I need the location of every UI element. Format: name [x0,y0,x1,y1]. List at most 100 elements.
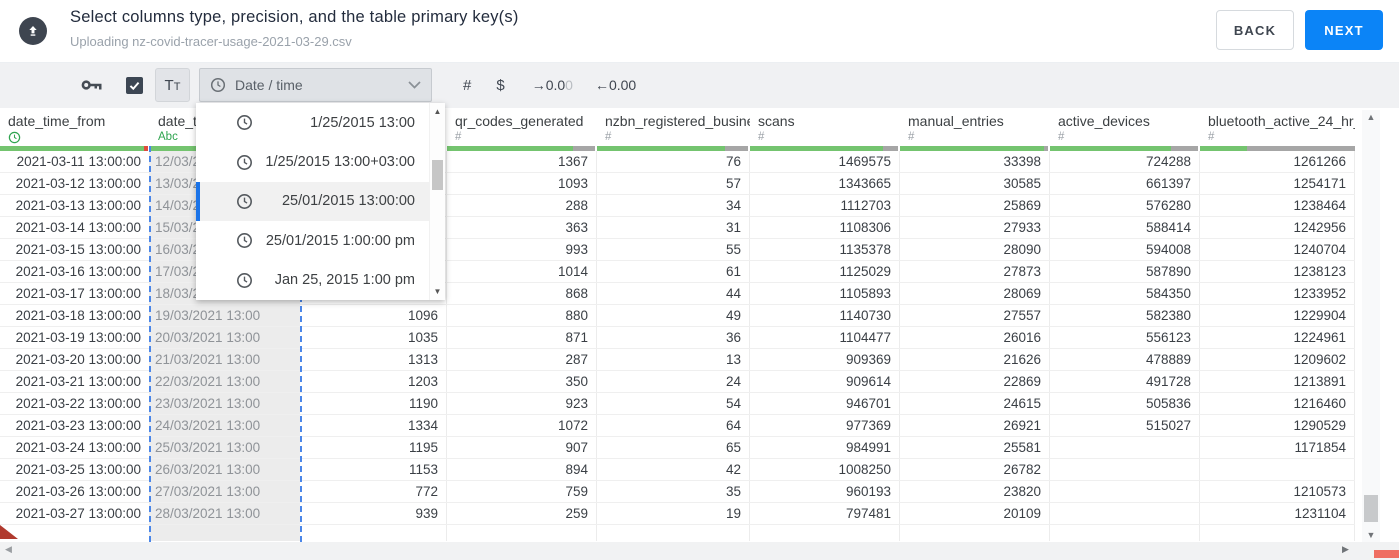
scroll-right-icon[interactable]: ▶ [1342,544,1349,555]
column-name: active_devices [1058,113,1150,129]
cell: 1233952 [1200,283,1355,304]
cell [1050,525,1200,541]
cell: 1072 [447,415,597,436]
cell: 772 [300,481,447,502]
clock-icon [236,272,253,289]
cell: 35 [597,481,750,502]
currency-type-button[interactable]: $ [496,77,504,94]
cell: 26921 [900,415,1050,436]
scroll-down-icon[interactable]: ▼ [1362,530,1380,540]
number-type-button[interactable]: # [463,77,471,94]
scroll-up-icon[interactable]: ▲ [430,107,445,116]
type-format-select[interactable]: Date / time [199,68,432,102]
increase-decimal-button[interactable]: ←0.00 [595,77,636,93]
format-option[interactable]: 25/01/2015 1:00:00 pm [196,221,429,260]
column-header-date_time_from[interactable]: date_time_from [0,108,150,146]
cell: 1008250 [750,459,900,480]
cell: 20/03/2021 13:00 [150,327,300,348]
cell: 1096 [300,305,447,326]
back-button[interactable]: BACK [1216,10,1294,50]
cell: 1153 [300,459,447,480]
cell: 2021-03-24 13:00:00 [0,437,150,458]
cell: 2021-03-11 13:00:00 [0,151,150,172]
format-option[interactable]: 25/01/2015 13:00:00 [196,181,429,222]
cell: 1334 [300,415,447,436]
page-title: Select columns type, precision, and the … [70,8,519,26]
cell: 1213891 [1200,371,1355,392]
cell: 556123 [1050,327,1200,348]
cell [1050,459,1200,480]
cell: 27873 [900,261,1050,282]
cell: 1210573 [1200,481,1355,502]
cell: 1240704 [1200,239,1355,260]
cell: 587890 [1050,261,1200,282]
cell: 23/03/2021 13:00 [150,393,300,414]
cell: 1238464 [1200,195,1355,216]
format-option[interactable]: 1/25/2015 13:00+03:00 [196,142,429,181]
format-option[interactable]: Jan 25, 2015 1:00 pm [196,261,429,300]
format-option-label: 25/01/2015 13:00:00 [281,193,415,210]
cell: 1238123 [1200,261,1355,282]
cell [1200,525,1355,541]
dropdown-scroll-thumb[interactable] [432,160,443,190]
cell: 1108306 [750,217,900,238]
scroll-up-icon[interactable]: ▲ [1362,112,1380,122]
cell: 759 [447,481,597,502]
number-type-label: # [1208,131,1215,143]
cell [150,525,300,541]
cell: 259 [447,503,597,524]
cell: 61 [597,261,750,282]
column-header-manual_entries[interactable]: manual_entries # [900,108,1050,146]
column-header-nzbn_registered_busine[interactable]: nzbn_registered_busine # [597,108,750,146]
cell: 2021-03-21 13:00:00 [0,371,150,392]
cell: 55 [597,239,750,260]
cell: 1216460 [1200,393,1355,414]
vertical-scroll-thumb[interactable] [1364,495,1378,522]
cell: 34 [597,195,750,216]
cell: 288 [447,195,597,216]
number-type-label: # [605,131,612,143]
cell: 724288 [1050,151,1200,172]
cell: 923 [447,393,597,414]
column-header-qr_codes_generated[interactable]: qr_codes_generated # [447,108,597,146]
cell: 28/03/2021 13:00 [150,503,300,524]
column-header-active_devices[interactable]: active_devices # [1050,108,1200,146]
cell: 22869 [900,371,1050,392]
date-format-dropdown: 1/25/2015 13:00 1/25/2015 13:00+03:00 25/0… [196,103,445,300]
cell: 57 [597,173,750,194]
cell: 24 [597,371,750,392]
cell: 28090 [900,239,1050,260]
column-type-toolbar: Tt Date / time # $ →0.00 ←0.00 [0,62,1399,108]
cell: 909369 [750,349,900,370]
vertical-scrollbar[interactable]: ▲ ▼ [1362,110,1380,542]
cell [900,525,1050,541]
cell: 21/03/2021 13:00 [150,349,300,370]
decrease-decimal-button[interactable]: →0.00 [532,77,573,93]
cell: 1203 [300,371,447,392]
cell: 1105893 [750,283,900,304]
cell: 1229904 [1200,305,1355,326]
scroll-down-icon[interactable]: ▼ [430,287,445,296]
text-type-button[interactable]: Tt [155,68,190,102]
cell [1200,459,1355,480]
table-row: 2021-03-19 13:00:00 20/03/2021 13:00 1035 8… [0,327,1355,349]
cell: 1125029 [750,261,900,282]
cell: 25/03/2021 13:00 [150,437,300,458]
next-button[interactable]: NEXT [1305,10,1383,50]
cell [750,525,900,541]
scroll-left-icon[interactable]: ◀ [5,544,12,555]
arrow-right-icon: → [531,77,546,93]
cell: 24/03/2021 13:00 [150,415,300,436]
cell: 1014 [447,261,597,282]
cell: 2021-03-16 13:00:00 [0,261,150,282]
column-header-bluetooth_active_24_hr_[interactable]: bluetooth_active_24_hr_ # [1200,108,1355,146]
cell: 2021-03-27 13:00:00 [0,503,150,524]
dropdown-scrollbar[interactable]: ▲ ▼ [429,103,445,300]
cell [300,525,447,541]
column-header-scans[interactable]: scans # [750,108,900,146]
horizontal-scrollbar[interactable]: ◀ ▶ [0,542,1399,560]
cell: 363 [447,217,597,238]
format-option[interactable]: 1/25/2015 13:00 [196,103,429,142]
primary-key-checkbox[interactable] [126,76,143,94]
cell: 907 [447,437,597,458]
